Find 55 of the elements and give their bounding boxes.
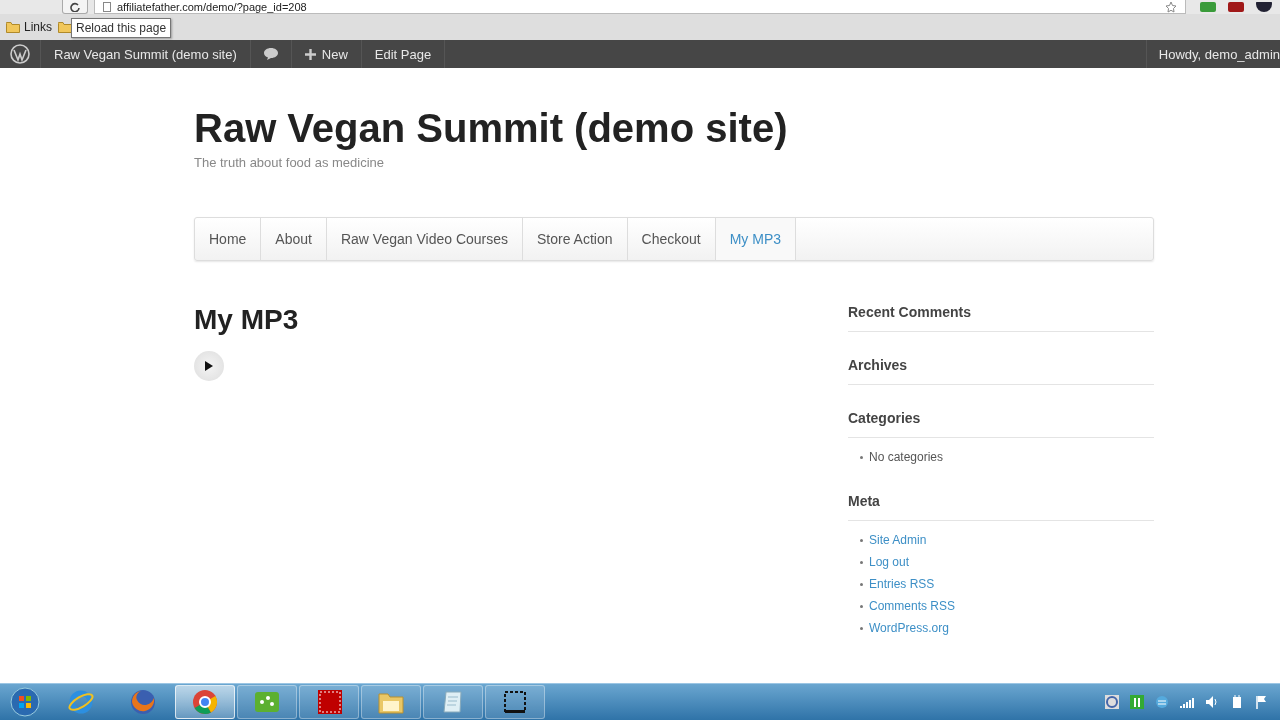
widget-title: Meta <box>848 492 1154 521</box>
account-menu[interactable]: Howdy, demo_admin <box>1145 40 1280 68</box>
bullet-icon <box>860 455 863 459</box>
site-link[interactable]: Raw Vegan Summit (demo site) <box>41 40 251 68</box>
widget-title: Archives <box>848 356 1154 385</box>
sync-icon[interactable] <box>1154 694 1170 710</box>
new-button[interactable]: New <box>291 40 362 68</box>
widget-title: Categories <box>848 409 1154 438</box>
url-text: affiliatefather.com/demo/?page_id=208 <box>117 0 307 13</box>
sidebar-link[interactable]: Comments RSS <box>869 595 956 617</box>
extension-icon[interactable] <box>1256 2 1272 12</box>
sidebar-text: No categories <box>869 449 944 466</box>
dashed-square-icon <box>501 688 529 716</box>
bullet-icon <box>860 626 863 630</box>
nav-tab[interactable]: About <box>261 218 327 260</box>
reload-button[interactable] <box>62 0 88 14</box>
fox-globe-icon <box>129 688 157 716</box>
tricolor-circle-icon <box>191 688 219 716</box>
site-title: Raw Vegan Summit (demo site) <box>194 105 788 151</box>
bookmark-item[interactable]: Links <box>6 20 52 34</box>
page-title: My MP3 <box>194 303 299 337</box>
sidebar-link[interactable]: Site Admin <box>869 529 927 551</box>
taskbar-button[interactable] <box>485 685 545 719</box>
speaker-icon[interactable] <box>1204 694 1220 710</box>
nav-tab[interactable]: Store Action <box>523 218 628 260</box>
nav-tab[interactable]: Raw Vegan Video Courses <box>326 218 524 260</box>
bullet-icon <box>860 604 863 608</box>
dashed-frame-square-icon <box>315 688 343 716</box>
site-tagline: The truth about food as medicine <box>194 155 385 170</box>
speech-bubble-icon <box>262 47 279 61</box>
bullet-icon <box>860 538 863 542</box>
sidebar-link[interactable]: Entries RSS <box>869 573 935 595</box>
sidebar-link[interactable]: WordPress.org <box>869 617 949 639</box>
folder-icon <box>6 20 20 34</box>
play-button[interactable] <box>194 351 224 381</box>
address-bar[interactable]: affiliatefather.com/demo/?page_id=208 <box>94 0 1186 14</box>
nav-tab[interactable]: Checkout <box>627 218 716 260</box>
pause-square-icon[interactable] <box>1129 694 1145 710</box>
reload-icon <box>70 1 80 12</box>
nav-tab[interactable]: Home <box>195 218 262 260</box>
bullet-icon <box>860 560 863 564</box>
logo-icon <box>10 44 30 64</box>
windows-orb-icon <box>10 687 40 717</box>
plus-icon <box>304 48 316 60</box>
folder-icon[interactable] <box>58 20 72 34</box>
page-icon <box>103 1 111 12</box>
target-icon[interactable] <box>1104 694 1120 710</box>
sidebar-link[interactable]: Log out <box>869 551 910 573</box>
bullet-icon <box>860 582 863 586</box>
edit-page-link[interactable]: Edit Page <box>361 40 446 68</box>
tooltip: Reload this page <box>71 18 172 38</box>
star-icon <box>1165 0 1177 13</box>
play-icon <box>205 361 213 371</box>
widget-title: Recent Comments <box>848 303 1154 332</box>
globe-ring-icon <box>67 688 95 716</box>
